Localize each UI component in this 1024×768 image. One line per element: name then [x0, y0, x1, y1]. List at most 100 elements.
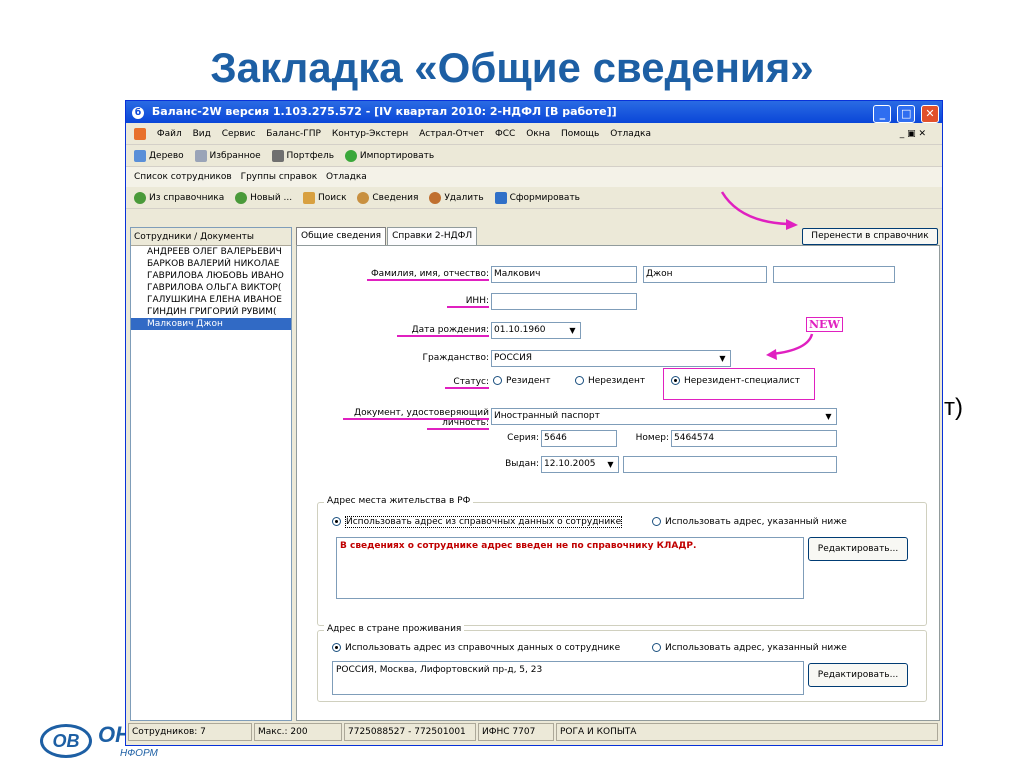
- tree-icon: [134, 149, 146, 162]
- last-name-field[interactable]: Малкович: [491, 266, 637, 283]
- app-menu-icon[interactable]: [134, 127, 146, 140]
- close-button[interactable]: ✕: [921, 105, 939, 123]
- address-home-group: Адрес в стране проживания Использовать а…: [317, 624, 927, 702]
- delete-person-icon: [429, 191, 442, 204]
- address-rf-textbox[interactable]: В сведениях о сотруднике адрес введен не…: [336, 537, 804, 599]
- menu-certificate-groups[interactable]: Группы справок: [241, 172, 318, 182]
- status-specialist-radio[interactable]: Нерезидент-специалист: [671, 376, 800, 386]
- new-person-icon: [235, 191, 248, 204]
- number-label: Номер:: [635, 433, 669, 443]
- slide-title: Закладка «Общие сведения»: [210, 44, 814, 91]
- address-home-textbox[interactable]: РОССИЯ, Москва, Лифортовский пр-д, 5, 23: [332, 661, 804, 695]
- search-icon: [303, 191, 315, 204]
- inn-field[interactable]: [491, 293, 637, 310]
- address-home-ref-radio[interactable]: Использовать адрес из справочных данных …: [332, 643, 620, 653]
- radio-selected-icon: [332, 517, 341, 526]
- menu-service[interactable]: Сервис: [222, 129, 256, 139]
- radio-icon: [652, 517, 661, 526]
- menu-employee-list[interactable]: Список сотрудников: [134, 172, 232, 182]
- chevron-down-icon[interactable]: ▼: [566, 324, 579, 337]
- radio-selected-icon: [332, 643, 341, 652]
- logo-subtext: НФОРМ: [120, 748, 158, 759]
- chevron-down-icon[interactable]: ▼: [716, 352, 729, 365]
- new-badge: NEW: [806, 317, 843, 332]
- status-ifns: ИФНС 7707: [478, 723, 554, 741]
- citizenship-select[interactable]: РОССИЯ ▼: [491, 350, 731, 367]
- status-label: Статус:: [445, 377, 489, 389]
- address-rf-below-radio[interactable]: Использовать адрес, указанный ниже: [652, 517, 847, 527]
- address-home-edit-button[interactable]: Редактировать...: [808, 663, 908, 687]
- list-item[interactable]: ГАЛУШКИНА ЕЛЕНА ИВАНОЕ: [131, 294, 291, 306]
- tab-certificates[interactable]: Справки 2-НДФЛ: [387, 227, 478, 245]
- menu-windows[interactable]: Окна: [526, 129, 550, 139]
- chevron-down-icon[interactable]: ▼: [822, 410, 835, 423]
- window-title: Баланс-2W версия 1.103.275.572 - [IV ква…: [151, 105, 617, 118]
- address-home-below-radio[interactable]: Использовать адрес, указанный ниже: [652, 643, 847, 653]
- menu-debug[interactable]: Отладка: [610, 129, 651, 139]
- list-item[interactable]: ГАВРИЛОВА ЛЮБОВЬ ИВАНО: [131, 270, 291, 282]
- mdi-controls[interactable]: _ ▣ ✕: [900, 123, 926, 145]
- from-reference-button[interactable]: Из справочника: [134, 191, 224, 204]
- address-rf-ref-radio[interactable]: Использовать адрес из справочных данных …: [332, 516, 623, 528]
- menu-fss[interactable]: ФСС: [495, 129, 515, 139]
- toolbar-favorites-button[interactable]: Избранное: [194, 149, 261, 162]
- logo-mark: ОВ: [40, 724, 92, 758]
- kladr-warning: В сведениях о сотруднике адрес введен не…: [340, 541, 697, 551]
- search-button[interactable]: Поиск: [303, 191, 347, 204]
- number-field[interactable]: 5464574: [671, 430, 837, 447]
- first-name-field[interactable]: Джон: [643, 266, 767, 283]
- birth-date-label: Дата рождения:: [397, 325, 489, 337]
- delete-button[interactable]: Удалить: [429, 191, 484, 204]
- document-type-select[interactable]: Иностранный паспорт ▼: [491, 408, 837, 425]
- issued-label: Выдан:: [505, 459, 539, 469]
- menu-file[interactable]: Файл: [157, 129, 182, 139]
- menu-kontur[interactable]: Контур-Экстерн: [332, 129, 408, 139]
- toolbar-tree-button[interactable]: Дерево: [134, 149, 184, 162]
- status-resident-radio[interactable]: Резидент: [493, 376, 551, 386]
- tab-general[interactable]: Общие сведения: [296, 227, 387, 245]
- minimize-button[interactable]: _: [873, 105, 892, 123]
- list-item-selected[interactable]: Малкович Джон: [131, 318, 291, 330]
- address-rf-edit-button[interactable]: Редактировать...: [808, 537, 908, 561]
- issued-date-field[interactable]: 12.10.2005 ▼: [541, 456, 619, 473]
- toolbar-portfolio-button[interactable]: Портфель: [271, 149, 334, 162]
- status-organization: РОГА И КОПЫТА: [556, 723, 938, 741]
- fio-label: Фамилия, имя, отчество:: [367, 269, 489, 281]
- birth-date-field[interactable]: 01.10.1960 ▼: [491, 322, 581, 339]
- toolbar-import-button[interactable]: Импортировать: [344, 149, 434, 162]
- middle-name-field[interactable]: [773, 266, 895, 283]
- menu-astral[interactable]: Астрал-Отчет: [419, 129, 484, 139]
- series-field[interactable]: 5646: [541, 430, 617, 447]
- menu-help[interactable]: Помощь: [561, 129, 599, 139]
- chevron-down-icon[interactable]: ▼: [604, 458, 617, 471]
- generate-button[interactable]: Сформировать: [494, 191, 580, 204]
- tab-strip: Общие сведения Справки 2-НДФЛ: [296, 227, 478, 245]
- citizenship-value: РОССИЯ: [494, 353, 533, 363]
- menu-balance-gpr[interactable]: Баланс-ГПР: [266, 129, 321, 139]
- list-item[interactable]: ГАВРИЛОВА ОЛЬГА ВИКТОР(: [131, 282, 291, 294]
- radio-icon: [493, 376, 502, 385]
- list-item[interactable]: ГИНДИН ГРИГОРИЙ РУВИМ(: [131, 306, 291, 318]
- radio-selected-icon: [671, 376, 680, 385]
- menu-section-debug[interactable]: Отладка: [326, 172, 367, 182]
- section-toolbar: Из справочника Новый ... Поиск Сведения …: [126, 187, 942, 209]
- maximize-button[interactable]: □: [897, 105, 916, 123]
- new-button[interactable]: Новый ...: [235, 191, 292, 204]
- address-home-title: Адрес в стране проживания: [324, 624, 465, 634]
- document-label-2: личность:: [427, 418, 489, 430]
- window-titlebar[interactable]: б Баланс-2W версия 1.103.275.572 - [IV к…: [126, 101, 942, 123]
- list-item[interactable]: БАРКОВ ВАЛЕРИЙ НИКОЛАЕ: [131, 258, 291, 270]
- generate-icon: [494, 191, 507, 204]
- details-button[interactable]: Сведения: [357, 191, 418, 204]
- menu-view[interactable]: Вид: [193, 129, 211, 139]
- issued-by-field[interactable]: [623, 456, 837, 473]
- list-item[interactable]: АНДРЕЕВ ОЛЕГ ВАЛЕРЬЕВИЧ: [131, 246, 291, 258]
- portfolio-icon: [271, 149, 284, 162]
- status-inn-kpp: 7725088527 - 772501001: [344, 723, 476, 741]
- transfer-to-reference-button[interactable]: Перенести в справочник: [802, 228, 938, 245]
- status-bar: Сотрудников: 7 Макс.: 200 7725088527 - 7…: [128, 723, 940, 743]
- radio-icon: [652, 643, 661, 652]
- employee-list-header: Сотрудники / Документы: [131, 228, 291, 246]
- general-tab-page: Фамилия, имя, отчество: Малкович Джон ИН…: [296, 245, 940, 721]
- status-nonresident-radio[interactable]: Нерезидент: [575, 376, 645, 386]
